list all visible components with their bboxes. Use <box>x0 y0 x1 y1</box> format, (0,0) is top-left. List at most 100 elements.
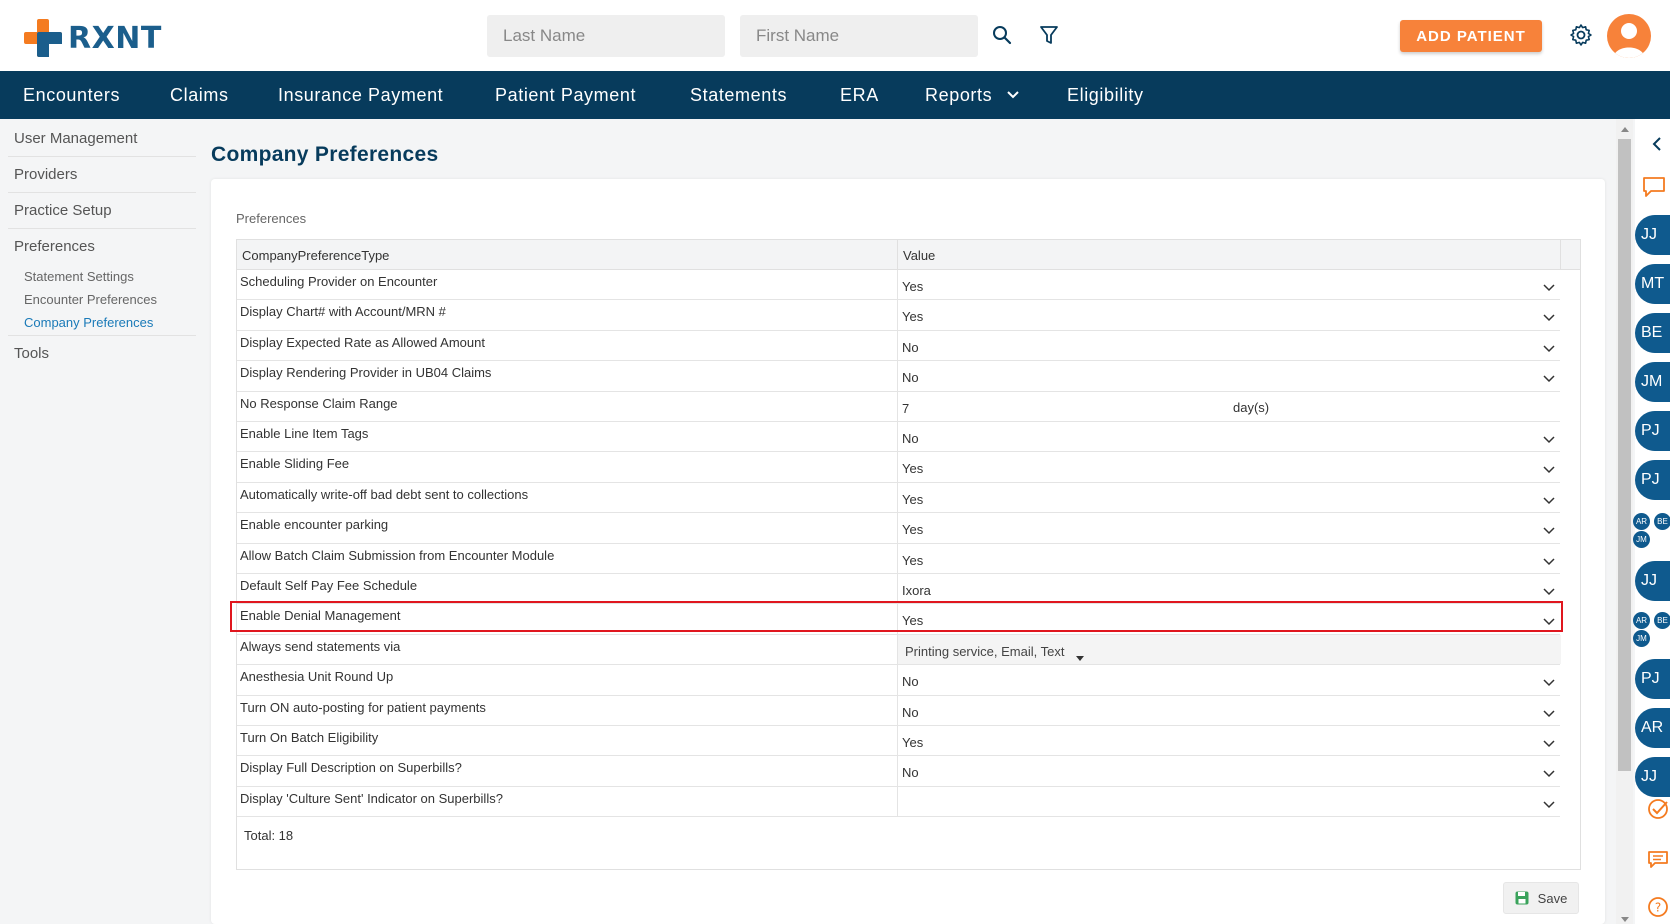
rail-group-avatar[interactable]: JM <box>1633 531 1650 548</box>
preference-value-cell[interactable]: No <box>897 330 1560 361</box>
message-icon[interactable] <box>1647 850 1669 870</box>
preferences-grid: CompanyPreferenceType Value Scheduling P… <box>236 239 1581 870</box>
last-name-input[interactable] <box>487 15 725 57</box>
chevron-down-icon[interactable] <box>1543 371 1555 383</box>
preference-value-cell[interactable]: Yes <box>897 513 1560 543</box>
preference-value-cell[interactable]: Yes <box>897 270 1560 300</box>
nav-era[interactable]: ERA <box>840 85 879 106</box>
preference-value-cell[interactable]: Ixora <box>897 574 1560 604</box>
preference-name: Default Self Pay Fee Schedule <box>240 578 418 593</box>
chevron-down-icon[interactable] <box>1543 797 1555 809</box>
help-icon[interactable]: ? <box>1647 896 1669 918</box>
collapse-rail-chevron-icon[interactable] <box>1652 137 1662 151</box>
preference-value-cell[interactable]: Yes <box>897 543 1560 573</box>
sidebar-item-user-management[interactable]: User Management <box>14 130 137 147</box>
rail-user-avatar[interactable]: MT <box>1635 264 1670 304</box>
nav-encounters[interactable]: Encounters <box>23 85 120 106</box>
preference-value-cell[interactable]: No <box>897 695 1560 725</box>
chevron-down-icon[interactable] <box>1543 554 1555 566</box>
preference-value-cell[interactable]: Yes <box>897 300 1560 330</box>
user-avatar[interactable] <box>1607 14 1651 58</box>
rail-group-avatar[interactable]: AR <box>1633 612 1650 629</box>
preference-value-cell[interactable]: No <box>897 422 1560 452</box>
nav-statements[interactable]: Statements <box>690 85 787 106</box>
grid-header: CompanyPreferenceType Value <box>237 240 1580 270</box>
table-row: No Response Claim Range 7 day(s) <box>237 391 1560 422</box>
preference-value-cell[interactable]: No <box>897 756 1560 786</box>
nav-eligibility[interactable]: Eligibility <box>1067 85 1144 106</box>
rxnt-logo[interactable]: RXNT <box>24 18 162 58</box>
chevron-down-icon[interactable] <box>1543 766 1555 778</box>
scroll-down-arrow-icon[interactable] <box>1620 916 1630 924</box>
chevron-down-icon[interactable] <box>1543 341 1555 353</box>
preference-value-cell[interactable]: Yes <box>897 452 1560 482</box>
table-row: Scheduling Provider on Encounter Yes <box>237 270 1560 301</box>
preference-value-cell[interactable] <box>897 786 1560 817</box>
filter-icon[interactable] <box>1036 22 1062 48</box>
sidebar-subitem-statement-settings[interactable]: Statement Settings <box>24 269 134 284</box>
column-header-type[interactable]: CompanyPreferenceType <box>242 248 389 263</box>
rail-user-avatar[interactable]: JM <box>1635 362 1670 402</box>
preference-name: Turn On Batch Eligibility <box>240 730 379 745</box>
chat-icon[interactable] <box>1642 176 1666 198</box>
sidebar-subitem-company-preferences[interactable]: Company Preferences <box>24 315 153 330</box>
gear-icon[interactable] <box>1568 21 1594 49</box>
table-row: Enable Denial Management Yes <box>237 604 1560 635</box>
nav-patient-payment[interactable]: Patient Payment <box>495 85 636 106</box>
sidebar-subitem-encounter-preferences[interactable]: Encounter Preferences <box>24 292 157 307</box>
rail-user-avatar[interactable]: JJ <box>1635 215 1670 255</box>
rail-user-avatar[interactable]: PJ <box>1635 411 1670 451</box>
rail-group-avatar[interactable]: JM <box>1633 630 1650 647</box>
chevron-down-icon[interactable] <box>1543 462 1555 474</box>
preference-value-cell[interactable]: Yes <box>897 604 1560 634</box>
claim-range-input[interactable]: 7 <box>902 401 909 416</box>
sidebar-item-preferences[interactable]: Preferences <box>14 238 95 255</box>
column-header-value[interactable]: Value <box>903 248 935 263</box>
page-scrollbar-thumb[interactable] <box>1618 139 1631 771</box>
chevron-down-icon[interactable] <box>1543 493 1555 505</box>
table-row: Always send statements via Printing servi… <box>237 634 1561 666</box>
chevron-down-icon[interactable] <box>1543 310 1555 322</box>
chevron-down-icon[interactable] <box>1543 584 1555 596</box>
scroll-up-arrow-icon[interactable] <box>1620 125 1630 133</box>
rail-user-avatar[interactable]: AR <box>1635 708 1670 748</box>
preference-name: Display 'Culture Sent' Indicator on Supe… <box>240 790 503 806</box>
preference-value-cell[interactable]: No <box>897 361 1560 391</box>
preference-value-cell[interactable]: No <box>897 665 1560 695</box>
add-patient-button[interactable]: ADD PATIENT <box>1400 20 1542 52</box>
chevron-down-icon[interactable] <box>1543 614 1555 626</box>
preference-value-cell[interactable]: Yes <box>897 482 1560 513</box>
chevron-down-icon[interactable] <box>1543 675 1555 687</box>
statement-method-multiselect[interactable]: Printing service, Email, Text <box>898 634 1561 666</box>
nav-insurance-payment[interactable]: Insurance Payment <box>278 85 443 106</box>
rail-group-avatar[interactable]: AR <box>1633 513 1650 530</box>
preference-value-cell[interactable]: Yes <box>897 726 1560 756</box>
rail-user-avatar[interactable]: JJ <box>1635 757 1670 797</box>
chevron-down-icon[interactable] <box>1543 706 1555 718</box>
chevron-down-icon[interactable] <box>1543 523 1555 535</box>
chevron-down-icon[interactable] <box>1543 432 1555 444</box>
first-name-input[interactable] <box>740 15 978 57</box>
reports-chevron-down-icon[interactable] <box>1006 88 1020 102</box>
rail-group-avatar[interactable]: BE <box>1654 513 1670 530</box>
sidebar-item-tools[interactable]: Tools <box>14 345 49 362</box>
search-icon[interactable] <box>989 22 1015 48</box>
nav-reports[interactable]: Reports <box>925 85 992 106</box>
chevron-down-icon[interactable] <box>1543 280 1555 292</box>
sidebar-item-providers[interactable]: Providers <box>14 166 77 183</box>
sidebar-item-practice-setup[interactable]: Practice Setup <box>14 202 112 219</box>
rail-user-avatar[interactable]: JJ <box>1635 561 1670 601</box>
logo-cross-icon <box>24 19 62 57</box>
save-button[interactable]: Save <box>1503 882 1579 914</box>
rail-user-avatar[interactable]: BE <box>1635 313 1670 353</box>
preference-value-cell[interactable]: 7 day(s) <box>897 391 1560 421</box>
nav-claims[interactable]: Claims <box>170 85 229 106</box>
task-check-icon[interactable] <box>1647 798 1669 820</box>
preference-value-cell[interactable]: Printing service, Email, Text <box>897 634 1561 666</box>
preference-name: Enable encounter parking <box>240 517 389 533</box>
rail-group-avatar[interactable]: BE <box>1654 612 1670 629</box>
rail-user-avatar[interactable]: PJ <box>1635 460 1670 500</box>
chevron-down-icon[interactable] <box>1543 736 1555 748</box>
rail-user-avatar[interactable]: PJ <box>1635 659 1670 699</box>
caret-down-icon[interactable] <box>1076 648 1084 666</box>
